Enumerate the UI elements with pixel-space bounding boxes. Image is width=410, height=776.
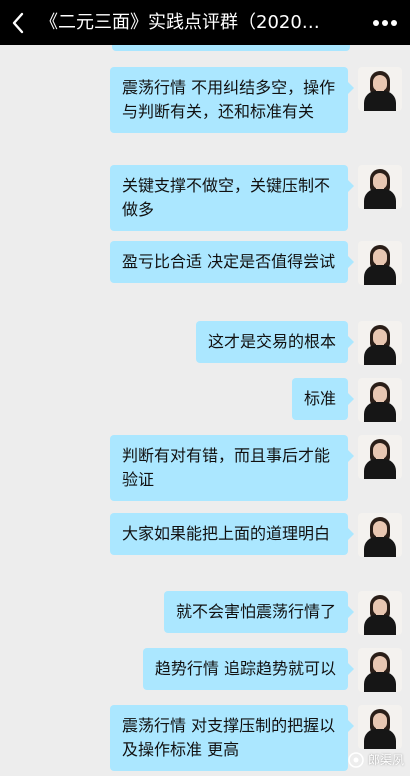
message-row: 这才是交易的根本 bbox=[195, 321, 402, 365]
back-chevron-icon bbox=[12, 12, 24, 33]
message-row: 就不会害怕震荡行情了 bbox=[163, 591, 402, 635]
avatar[interactable] bbox=[358, 648, 402, 692]
watermark-text: 郎渠夙 bbox=[367, 753, 404, 767]
message-bubble[interactable]: 判断有对有错，而且事后才能验证 bbox=[110, 435, 354, 501]
avatar[interactable] bbox=[358, 321, 402, 365]
message-bubble[interactable]: 关键支撑不做空，关键压制不做多 bbox=[110, 165, 354, 231]
avatar[interactable] bbox=[358, 513, 402, 557]
watermark: 郎渠夙 bbox=[348, 751, 404, 768]
avatar[interactable] bbox=[358, 378, 402, 422]
message-bubble[interactable]: 盈亏比合适 决定是否值得尝试 bbox=[110, 241, 354, 283]
message-row: 标准 bbox=[291, 378, 402, 422]
message-row: 震荡行情 不用纠结多空，操作与判断有关，还和标准有关 bbox=[110, 67, 402, 133]
avatar[interactable] bbox=[358, 705, 402, 749]
previous-message-bubble[interactable] bbox=[112, 45, 350, 51]
message-row: 大家如果能把上面的道理明白 bbox=[110, 513, 402, 557]
more-button[interactable] bbox=[360, 0, 410, 45]
message-bubble[interactable]: 大家如果能把上面的道理明白 bbox=[110, 513, 354, 555]
avatar[interactable] bbox=[358, 67, 402, 111]
more-dots-icon bbox=[373, 19, 397, 26]
back-button[interactable] bbox=[0, 0, 36, 45]
message-list[interactable]: 震荡行情 不用纠结多空，操作与判断有关，还和标准有关 关键支撑不做空，关键压制不… bbox=[0, 45, 410, 776]
message-bubble[interactable]: 标准 bbox=[291, 378, 355, 420]
wechat-channel-icon bbox=[348, 751, 364, 768]
message-row: 关键支撑不做空，关键压制不做多 bbox=[110, 165, 402, 231]
avatar[interactable] bbox=[358, 241, 402, 285]
message-bubble[interactable]: 震荡行情 不用纠结多空，操作与判断有关，还和标准有关 bbox=[110, 67, 354, 133]
avatar[interactable] bbox=[358, 435, 402, 479]
chat-title: 《二元三面》实践点评群（2020… bbox=[40, 12, 320, 33]
message-row: 盈亏比合适 决定是否值得尝试 bbox=[110, 241, 402, 285]
message-bubble[interactable]: 震荡行情 对支撑压制的把握以及操作标准 更高 bbox=[110, 705, 354, 771]
chat-header: 《二元三面》实践点评群（2020… bbox=[0, 0, 410, 45]
message-bubble[interactable]: 这才是交易的根本 bbox=[195, 321, 355, 363]
message-row: 趋势行情 追踪趋势就可以 bbox=[142, 648, 402, 692]
message-bubble[interactable]: 趋势行情 追踪趋势就可以 bbox=[142, 648, 355, 690]
message-bubble[interactable]: 就不会害怕震荡行情了 bbox=[163, 591, 355, 633]
message-row: 判断有对有错，而且事后才能验证 bbox=[110, 435, 402, 501]
avatar[interactable] bbox=[358, 165, 402, 209]
avatar[interactable] bbox=[358, 591, 402, 635]
